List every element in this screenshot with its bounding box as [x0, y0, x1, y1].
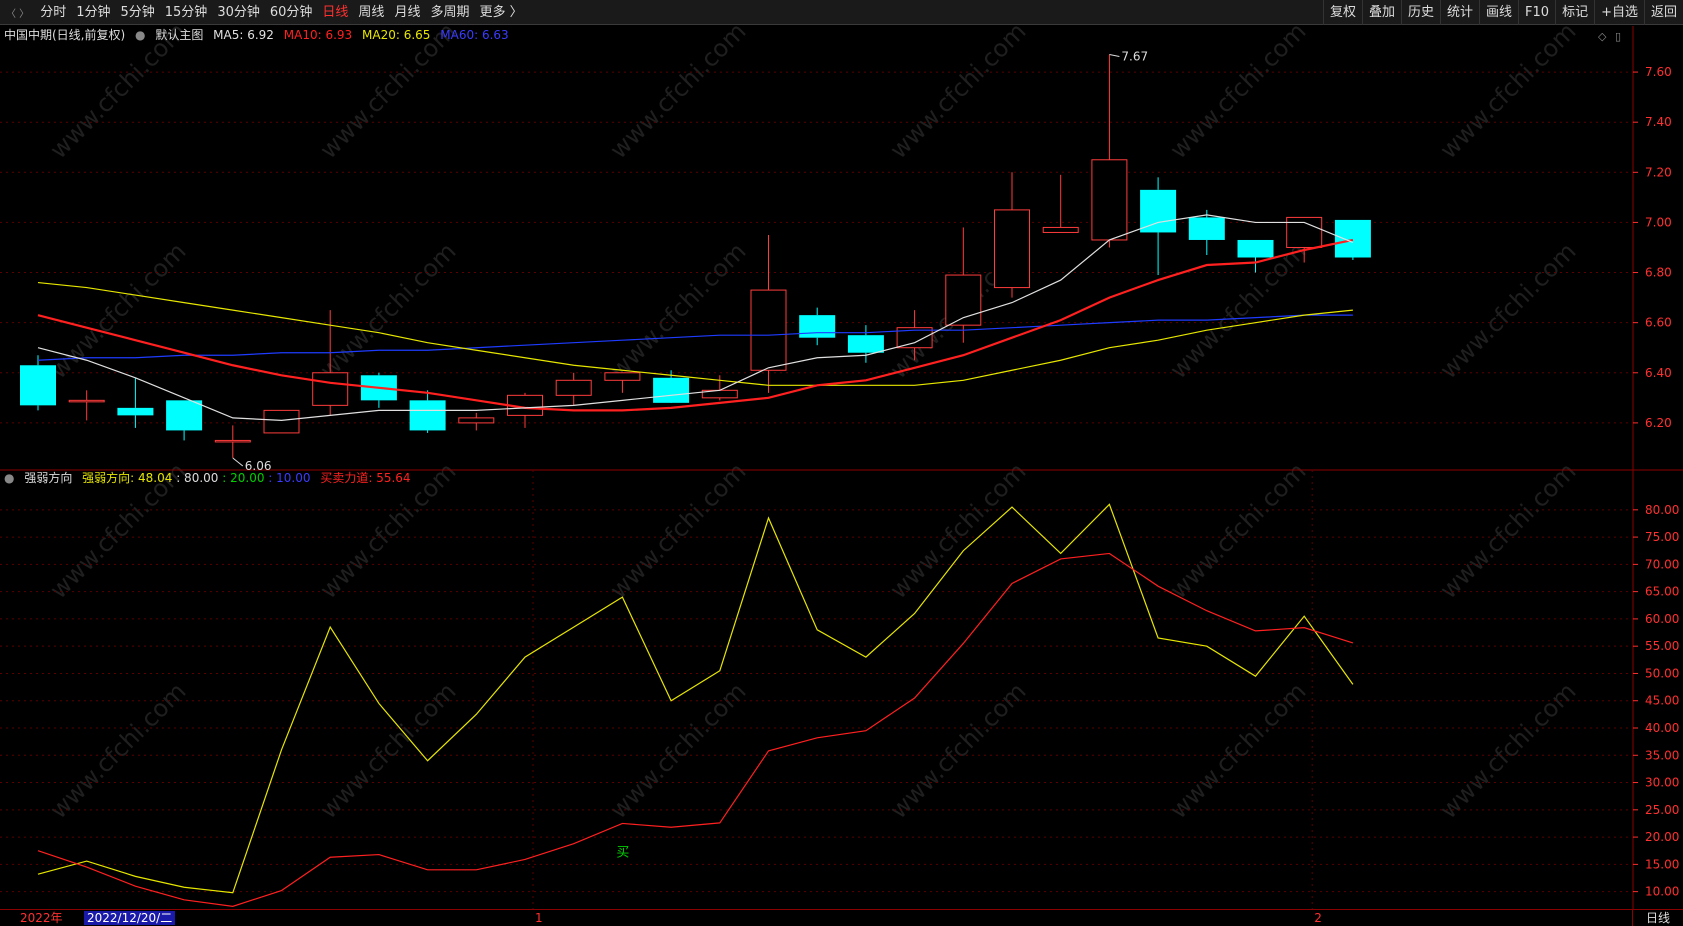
year-label: 2022年	[20, 911, 63, 925]
candle-body-down	[1188, 217, 1225, 240]
candle-body-down	[653, 377, 690, 403]
candle-body-up	[1091, 159, 1128, 241]
watermark-text: www.cfchi.com	[1164, 457, 1311, 604]
candle-body-down	[20, 365, 56, 406]
price-axis-label: 7.20	[1645, 165, 1672, 179]
candle-body-up	[458, 417, 495, 424]
candle-body-up	[994, 209, 1030, 289]
bottom-level-value: : 10.00	[268, 471, 311, 485]
indicator-axis-label: 15.00	[1645, 857, 1679, 871]
indicator-axis-label: 75.00	[1645, 530, 1679, 544]
chart-area[interactable]: www.cfchi.com www.cfchi.com www.cfchi.com w…	[0, 0, 1683, 926]
candle-body-down	[1334, 219, 1371, 258]
watermark-text: www.cfchi.com	[44, 237, 191, 384]
upper-level-value: : 80.00	[176, 471, 219, 485]
watermark-text: www.cfchi.com	[604, 457, 751, 604]
candle-body-down	[117, 407, 154, 416]
month-label: 1	[535, 911, 543, 925]
candle-body-down	[799, 315, 836, 338]
candle-body-up	[555, 379, 592, 396]
watermark-text: www.cfchi.com	[1434, 237, 1581, 384]
indicator-axis-label: 80.00	[1645, 503, 1679, 517]
indicator-axis-label: 55.00	[1645, 639, 1679, 653]
candle-body-down	[166, 400, 203, 431]
indicator-axis-label: 30.00	[1645, 776, 1679, 790]
candle-body-down	[847, 335, 884, 353]
panel-icon: ▯	[1615, 30, 1621, 43]
watermark-text: www.cfchi.com	[1164, 237, 1311, 384]
high-marker-line	[1109, 54, 1120, 58]
ma20-value: MA20: 6.65	[362, 28, 431, 42]
indicator-title[interactable]: 强弱方向	[24, 471, 72, 485]
watermark-text: www.cfchi.com	[604, 17, 751, 164]
candle-body-down	[1237, 239, 1274, 258]
diamond-icon: ◇	[1598, 30, 1607, 43]
period-indicator[interactable]: 日线	[1632, 910, 1683, 926]
indicator-axis-label: 25.00	[1645, 803, 1679, 817]
watermark-text: www.cfchi.com	[884, 457, 1031, 604]
watermark-text: www.cfchi.com	[1434, 677, 1581, 824]
indicator-axis-label: 70.00	[1645, 557, 1679, 571]
watermark-text: www.cfchi.com	[44, 677, 191, 824]
price-axis-label: 6.40	[1645, 366, 1672, 380]
indicator-axis-label: 50.00	[1645, 666, 1679, 680]
template-label[interactable]: 默认主图	[155, 28, 203, 42]
watermark-text: www.cfchi.com	[1434, 457, 1581, 604]
template-toggle-icon[interactable]: ●	[135, 28, 145, 42]
candle-body-up	[68, 399, 105, 403]
indicator-axis-label: 60.00	[1645, 612, 1679, 626]
candle-body-down	[409, 400, 446, 431]
ma60-value: MA60: 6.63	[440, 28, 509, 42]
sub-chart-legend: ● 强弱方向 强弱方向: 48.04 : 80.00 : 20.00 : 10.…	[4, 469, 417, 487]
indicator-toggle-icon[interactable]: ●	[4, 471, 14, 485]
candle-body-down	[1140, 189, 1177, 233]
ma10-line	[37, 238, 1354, 412]
force-value: 买卖力道: 55.64	[320, 471, 411, 485]
indicator-axis-label: 45.00	[1645, 694, 1679, 708]
watermark-text: www.cfchi.com	[314, 237, 461, 384]
indicator-axis-label: 10.00	[1645, 885, 1679, 899]
buy-signal-label: 买	[616, 846, 629, 861]
watermark-text: www.cfchi.com	[1164, 677, 1311, 824]
watermark-text: www.cfchi.com	[1434, 17, 1581, 164]
time-axis: 2022年 2022/12/20/二 1 2 日线	[0, 909, 1683, 926]
strength-value: 强弱方向: 48.04	[82, 471, 173, 485]
watermark-text: www.cfchi.com	[884, 677, 1031, 824]
indicator-axis-label: 40.00	[1645, 721, 1679, 735]
watermark-text: www.cfchi.com	[314, 677, 461, 824]
ma60-line	[37, 314, 1353, 361]
watermark-text: www.cfchi.com	[1164, 17, 1311, 164]
main-chart-legend: 中国中期(日线,前复权) ● 默认主图 MA5: 6.92 MA10: 6.93…	[4, 26, 515, 44]
candle-body-up	[750, 289, 787, 371]
indicator-axis-label: 65.00	[1645, 585, 1679, 599]
month-label: 2	[1314, 911, 1322, 925]
candle-body-up	[604, 372, 641, 381]
price-axis-label: 7.00	[1645, 215, 1672, 229]
candle-body-up	[1042, 226, 1079, 233]
indicator-axis-label: 35.00	[1645, 748, 1679, 762]
watermark-text: www.cfchi.com	[604, 237, 751, 384]
watermark-text: www.cfchi.com	[884, 17, 1031, 164]
indicator-axis-label: 20.00	[1645, 830, 1679, 844]
candle-body-up	[214, 439, 251, 443]
ma5-line	[37, 214, 1354, 421]
candle-body-up	[263, 409, 300, 434]
cursor-date-label: 2022/12/20/二	[84, 911, 176, 925]
price-axis-label: 6.80	[1645, 266, 1672, 280]
lower-level-value: : 20.00	[222, 471, 265, 485]
watermark-text: www.cfchi.com	[604, 677, 751, 824]
strength-line	[37, 503, 1354, 894]
ma5-value: MA5: 6.92	[213, 28, 274, 42]
price-axis-label: 7.60	[1645, 65, 1672, 79]
price-axis-label: 6.60	[1645, 316, 1672, 330]
price-axis-label: 6.20	[1645, 416, 1672, 430]
low-marker-line	[232, 457, 244, 467]
candle-body-up	[312, 372, 349, 406]
high-price-label: 7.67	[1121, 50, 1148, 64]
price-axis-label: 7.40	[1645, 115, 1672, 129]
stock-title: 中国中期(日线,前复权)	[4, 28, 126, 42]
ma10-value: MA10: 6.93	[283, 28, 353, 42]
